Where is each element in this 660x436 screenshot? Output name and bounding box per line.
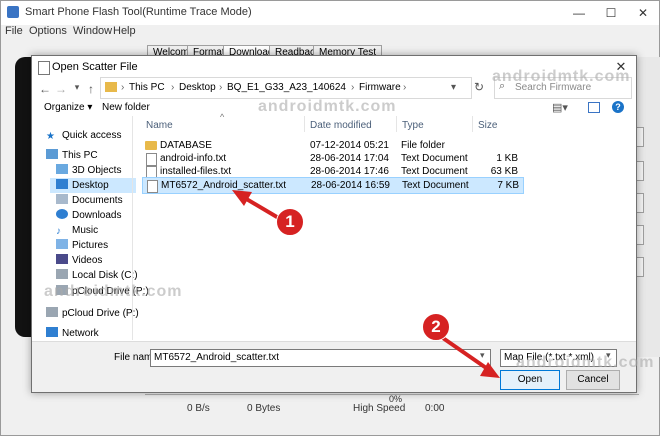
arrow-2-line [438,334,494,374]
annotation-arrows [232,190,500,378]
arrow-1-head [232,190,252,206]
step-1-badge: 1 [276,208,304,236]
step-2-badge: 2 [422,313,450,341]
